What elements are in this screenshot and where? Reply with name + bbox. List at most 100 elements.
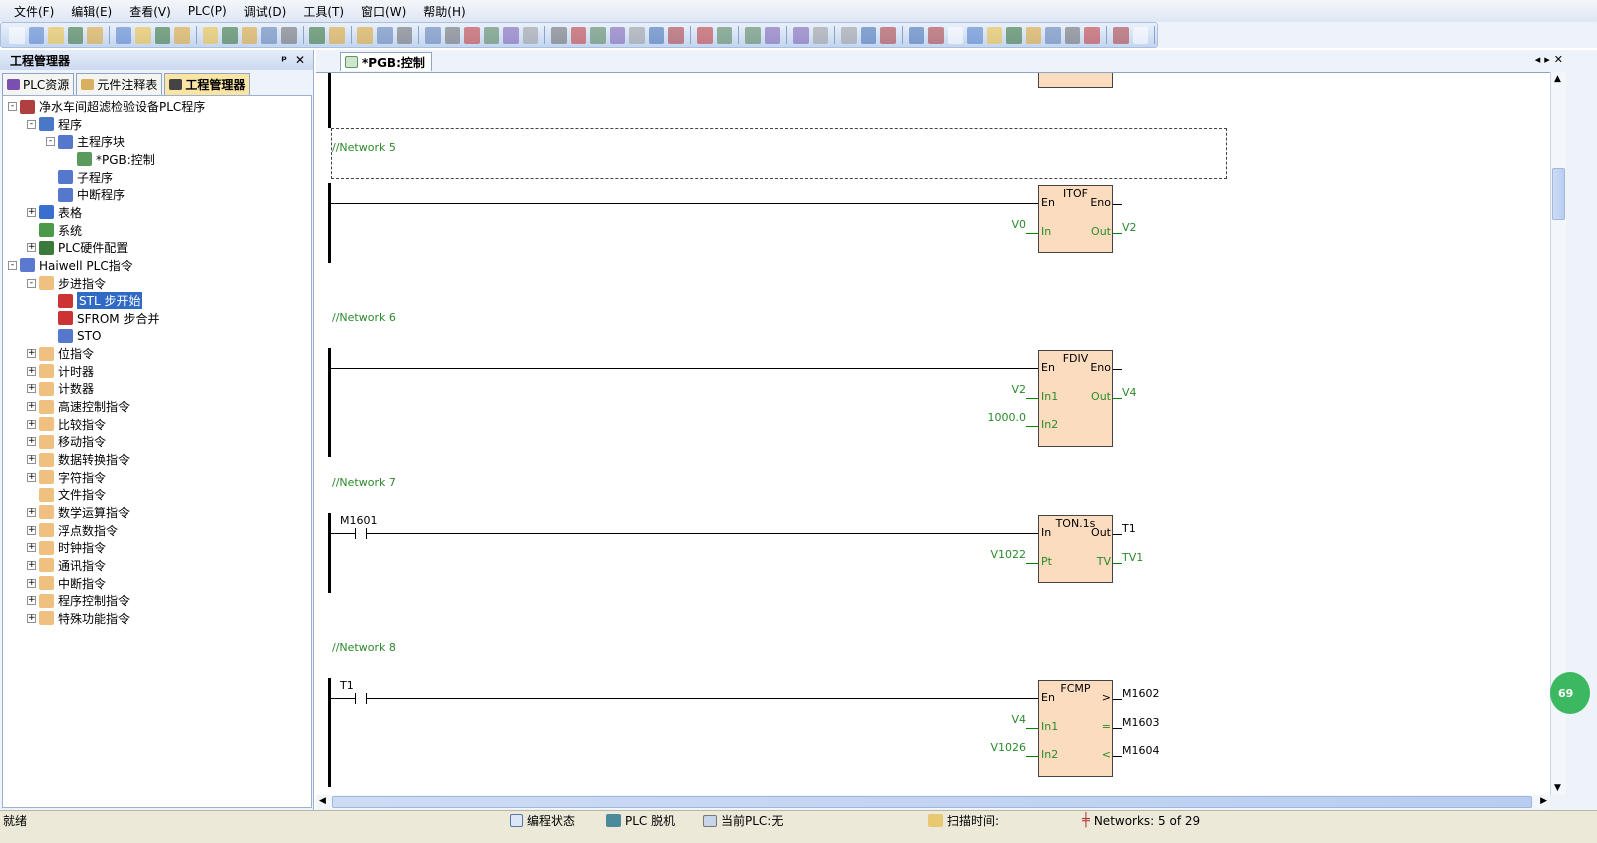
toolbar-button-icon[interactable] (280, 26, 297, 44)
collapse-icon[interactable]: - (27, 278, 36, 288)
toolbar-button-icon[interactable] (154, 26, 171, 44)
tree-item[interactable]: 数据转换指令 (39, 451, 130, 468)
toolbar-button-icon[interactable] (309, 26, 325, 44)
toolbar-button-icon[interactable] (87, 26, 103, 44)
toolbar-button-icon[interactable] (860, 26, 877, 44)
toolbar-button-icon[interactable] (464, 26, 480, 44)
tree-item[interactable]: 步进指令 (39, 275, 106, 292)
tab-component-comments[interactable]: 元件注释表 (76, 73, 163, 95)
collapse-icon[interactable]: - (8, 260, 17, 270)
menu-file[interactable]: 文件(F) (14, 3, 54, 20)
floating-badge[interactable]: 69 (1550, 672, 1590, 714)
tree-item[interactable]: STO (58, 327, 101, 344)
expand-icon[interactable]: + (27, 613, 36, 623)
tab-pgb-control[interactable]: *PGB:控制 (340, 52, 432, 71)
toolbar-button-icon[interactable] (1112, 26, 1129, 44)
toolbar-button-icon[interactable] (503, 26, 519, 44)
tree-item[interactable]: *PGB:控制 (77, 151, 155, 168)
tree-item[interactable]: STL 步开始 (58, 292, 143, 310)
tree-item[interactable]: 主程序块 (58, 133, 125, 150)
menu-debug[interactable]: 调试(D) (244, 3, 287, 20)
toolbar-button-icon[interactable] (222, 26, 238, 44)
tree-item[interactable]: 移动指令 (39, 433, 106, 450)
tree-item[interactable]: 通讯指令 (39, 557, 106, 574)
expand-icon[interactable]: + (27, 384, 36, 394)
collapse-icon[interactable]: - (46, 137, 55, 147)
tree-item[interactable]: SFROM 步合并 (58, 310, 159, 327)
toolbar-button-icon[interactable] (444, 26, 461, 44)
tree-item[interactable]: 时钟指令 (39, 539, 106, 556)
close-icon[interactable]: ✕ (295, 53, 305, 67)
collapse-icon[interactable]: - (8, 102, 17, 111)
tree-item[interactable]: 特殊功能指令 (39, 610, 130, 627)
tree-item[interactable]: 程序 (39, 116, 82, 133)
toolbar-button-icon[interactable] (48, 26, 64, 44)
toolbar-button-icon[interactable] (376, 26, 393, 44)
expand-icon[interactable]: + (27, 402, 36, 412)
tree-item[interactable]: Haiwell PLC指令 (20, 257, 133, 274)
toolbar-button-icon[interactable] (174, 26, 190, 44)
expand-icon[interactable]: + (27, 560, 36, 570)
tree-item[interactable]: 净水车间超滤检验设备PLC程序 (20, 98, 205, 115)
toolbar-button-icon[interactable] (1025, 26, 1042, 44)
toolbar-button-icon[interactable] (202, 26, 219, 44)
toolbar-button-icon[interactable] (792, 26, 809, 44)
toolbar-button-icon[interactable] (28, 26, 45, 44)
toolbar-button-icon[interactable] (115, 26, 132, 44)
tree-item[interactable]: 数学运算指令 (39, 504, 130, 521)
toolbar-button-icon[interactable] (986, 26, 1003, 44)
toolbar-button-icon[interactable] (1064, 26, 1081, 44)
expand-icon[interactable]: + (27, 455, 36, 464)
expand-icon[interactable]: + (27, 437, 36, 447)
tree-item[interactable]: 位指令 (39, 345, 94, 362)
expand-icon[interactable]: + (27, 543, 36, 553)
tree-item[interactable]: 计数器 (39, 380, 94, 397)
menu-edit[interactable]: 编辑(E) (71, 3, 112, 20)
toolbar-button-icon[interactable] (928, 26, 944, 44)
expand-icon[interactable]: + (27, 366, 36, 376)
toolbar-button-icon[interactable] (590, 26, 606, 44)
ladder-canvas[interactable]: //Network 5 ITOF En In V0 Eno Out V2//Network 6… (316, 72, 1550, 795)
pin-icon[interactable]: ᵖ (281, 53, 287, 67)
toolbar-button-icon[interactable] (648, 26, 665, 44)
horizontal-scrollbar[interactable]: ◀ ▶ (316, 795, 1550, 809)
toolbar-button-icon[interactable] (425, 26, 441, 44)
toolbar-button-icon[interactable] (812, 26, 829, 44)
collapse-icon[interactable]: - (27, 119, 36, 129)
menu-tools[interactable]: 工具(T) (303, 3, 344, 20)
toolbar-button-icon[interactable] (1132, 26, 1149, 44)
toolbar-button-icon[interactable] (551, 26, 567, 44)
expand-icon[interactable]: + (27, 419, 36, 429)
tree-item[interactable]: 字符指令 (39, 469, 106, 486)
toolbar-button-icon[interactable] (764, 26, 781, 44)
toolbar-button-icon[interactable] (1045, 26, 1061, 44)
toolbar-button-icon[interactable] (261, 26, 277, 44)
toolbar-button-icon[interactable] (483, 26, 500, 44)
toolbar-button-icon[interactable] (967, 26, 983, 44)
menu-view[interactable]: 查看(V) (129, 3, 171, 20)
toolbar-button-icon[interactable] (396, 26, 413, 44)
toolbar-button-icon[interactable] (9, 26, 25, 44)
expand-icon[interactable]: + (27, 578, 36, 588)
contact-no[interactable] (355, 528, 367, 539)
expand-icon[interactable]: + (27, 596, 36, 606)
toolbar-button-icon[interactable] (609, 26, 626, 44)
toolbar-button-icon[interactable] (1084, 26, 1101, 44)
tree-item[interactable]: 计时器 (39, 363, 94, 380)
toolbar-button-icon[interactable] (570, 26, 587, 44)
tree-item[interactable]: 浮点数指令 (39, 522, 118, 539)
network-comment-box[interactable] (331, 128, 1227, 179)
toolbar-button-icon[interactable] (696, 26, 713, 44)
tree-item[interactable]: 中断程序 (58, 186, 125, 203)
tab-project-manager[interactable]: 工程管理器 (164, 73, 251, 95)
toolbar-button-icon[interactable] (522, 26, 539, 44)
toolbar-button-icon[interactable] (135, 26, 151, 44)
toolbar-button-icon[interactable] (880, 26, 896, 44)
toolbar-button-icon[interactable] (357, 26, 373, 44)
toolbar-button-icon[interactable] (716, 26, 733, 44)
tree-item[interactable]: 高速控制指令 (39, 398, 130, 415)
toolbar-button-icon[interactable] (841, 26, 857, 44)
tree-item[interactable]: 子程序 (58, 169, 113, 186)
menu-help[interactable]: 帮助(H) (423, 3, 465, 20)
tree-item[interactable]: 文件指令 (39, 486, 106, 503)
